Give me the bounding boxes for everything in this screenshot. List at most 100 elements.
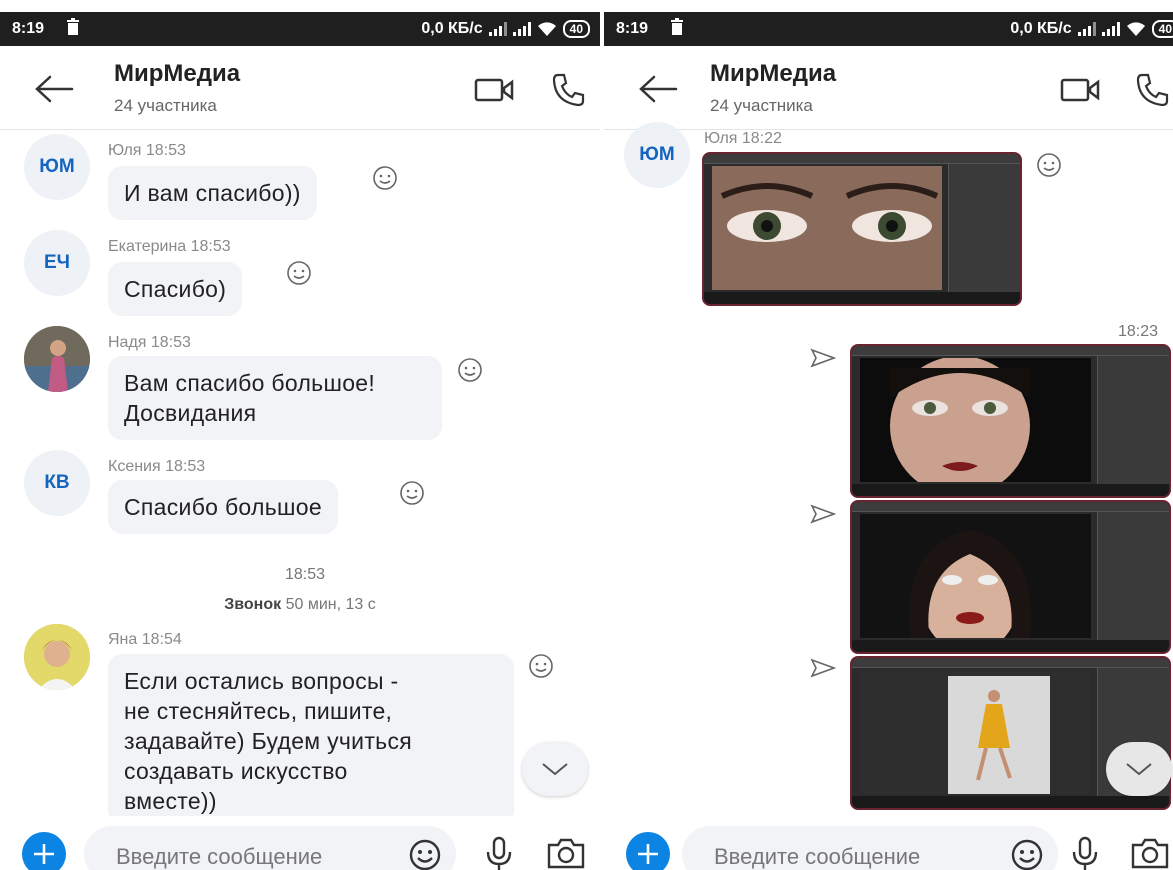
message-bubble[interactable]: Спасибо) <box>108 262 243 316</box>
right-chat-screen: 8:19 0,0 КБ/с 40 МирМедиа 24 участника Ю… <box>604 0 1173 870</box>
status-bar: 8:19 0,0 КБ/с 40 <box>0 12 600 46</box>
left-chat-screen: 8:19 0,0 КБ/с 40 МирМедиа 24 участника Ю… <box>0 0 600 870</box>
call-duration: 50 мин, 13 с <box>285 596 376 613</box>
plus-button[interactable] <box>626 832 670 870</box>
phone-icon[interactable] <box>1134 72 1170 108</box>
battery-indicator: 40 <box>562 20 590 38</box>
plus-icon <box>638 844 658 864</box>
sent-time: 18:23 <box>1118 323 1159 340</box>
screenshot-toolbar <box>852 346 1169 356</box>
chat-title[interactable]: МирМедиа <box>710 60 836 88</box>
plus-button[interactable] <box>22 832 66 870</box>
participants-count: 24 участника <box>710 96 813 115</box>
chevron-down-icon <box>542 763 568 776</box>
image-attachment[interactable] <box>850 500 1171 654</box>
chat-title[interactable]: МирМедиа <box>114 60 240 88</box>
message-bubble[interactable]: Вам спасибо большое! Досвидания <box>108 356 442 440</box>
message-sender: Ксения 18:53 <box>108 458 206 475</box>
send-arrow-icon <box>810 658 836 678</box>
image-attachment[interactable] <box>702 152 1022 306</box>
video-call-icon[interactable] <box>474 76 516 104</box>
portrait-photo <box>860 514 1091 638</box>
avatar[interactable] <box>24 326 90 392</box>
smile-icon[interactable] <box>408 838 442 870</box>
message-line: Досвидания <box>124 400 257 426</box>
avatar[interactable]: КВ <box>24 450 90 516</box>
scroll-down-button[interactable] <box>522 742 588 796</box>
status-time: 8:19 <box>12 20 45 37</box>
smile-icon[interactable] <box>528 653 554 679</box>
screenshot-toolbar <box>852 658 1169 668</box>
message-sender: Юля 18:22 <box>704 130 782 147</box>
avatar-photo <box>24 326 90 392</box>
portrait-photo <box>860 358 1091 482</box>
status-time: 8:19 <box>616 20 649 37</box>
network-speed: 0,0 КБ/с <box>421 20 483 37</box>
screenshot-canvas <box>860 670 1091 794</box>
chat-header: МирМедиа 24 участника <box>604 46 1173 130</box>
message-input[interactable]: Введите сообщение <box>84 826 456 870</box>
send-arrow-icon <box>810 348 836 368</box>
call-label: Звонок <box>224 596 282 613</box>
plus-icon <box>34 844 54 864</box>
wifi-icon <box>537 22 556 36</box>
battery-indicator: 40 <box>1151 20 1173 38</box>
message-sender: Надя 18:53 <box>108 334 191 351</box>
screenshot-taskbar <box>852 796 1169 808</box>
status-right: 0,0 КБ/с 40 <box>421 20 590 38</box>
smile-icon[interactable] <box>372 165 398 191</box>
screenshot-panel <box>1097 512 1169 640</box>
avatar[interactable]: ЮМ <box>24 134 90 200</box>
message-bubble[interactable]: Спасибо большое <box>108 480 338 534</box>
smile-icon[interactable] <box>457 357 483 383</box>
wifi-icon <box>1126 22 1145 36</box>
message-bubble[interactable]: Если остались вопросы - не стесняйтесь, … <box>108 654 514 824</box>
dancer-photo <box>860 670 1091 794</box>
smile-icon[interactable] <box>1010 838 1044 870</box>
screenshot-canvas <box>860 514 1091 638</box>
signal-icon <box>1101 22 1120 36</box>
avatar[interactable]: ЮМ <box>624 122 690 188</box>
screenshot-canvas <box>860 358 1091 482</box>
back-arrow-icon[interactable] <box>638 74 678 104</box>
message-sender: Екатерина 18:53 <box>108 238 231 255</box>
scroll-down-button[interactable] <box>1106 742 1172 796</box>
avatar[interactable]: ЕЧ <box>24 230 90 296</box>
call-event: Звонок 50 мин, 13 с <box>0 596 600 614</box>
eyes-photo <box>712 166 942 290</box>
phone-icon[interactable] <box>550 72 586 108</box>
message-line: задавайте) Будем учиться <box>124 728 413 754</box>
message-input[interactable]: Введите сообщение <box>682 826 1058 870</box>
screenshot-taskbar <box>852 640 1169 652</box>
image-attachment[interactable] <box>850 344 1171 498</box>
message-composer: Введите сообщение <box>604 816 1173 870</box>
camera-icon[interactable] <box>1130 836 1170 870</box>
avatar-photo <box>24 624 90 690</box>
back-arrow-icon[interactable] <box>34 74 74 104</box>
message-composer: Введите сообщение <box>0 816 600 870</box>
smile-icon[interactable] <box>399 480 425 506</box>
screenshot-toolbar <box>704 154 1020 164</box>
microphone-icon[interactable] <box>1070 836 1100 870</box>
screenshot-taskbar <box>852 484 1169 496</box>
camera-icon[interactable] <box>546 836 586 870</box>
screenshot-canvas <box>712 166 942 290</box>
message-sender: Яна 18:54 <box>108 631 182 648</box>
smile-icon[interactable] <box>1036 152 1062 178</box>
screenshot-taskbar <box>704 292 1020 304</box>
microphone-icon[interactable] <box>484 836 514 870</box>
message-line: Вам спасибо большое! <box>124 370 376 396</box>
call-time: 18:53 <box>284 566 326 583</box>
trash-icon <box>67 18 79 35</box>
message-input-placeholder: Введите сообщение <box>116 844 323 869</box>
signal-icon <box>512 22 531 36</box>
avatar[interactable] <box>24 624 90 690</box>
smile-icon[interactable] <box>286 260 312 286</box>
participants-count: 24 участника <box>114 96 217 115</box>
send-arrow-icon <box>810 504 836 524</box>
video-call-icon[interactable] <box>1060 76 1102 104</box>
status-bar: 8:19 0,0 КБ/с 40 <box>604 12 1173 46</box>
chat-header: МирМедиа 24 участника <box>0 46 600 130</box>
message-line: создавать искусство <box>124 758 348 784</box>
message-bubble[interactable]: И вам спасибо)) <box>108 166 317 220</box>
